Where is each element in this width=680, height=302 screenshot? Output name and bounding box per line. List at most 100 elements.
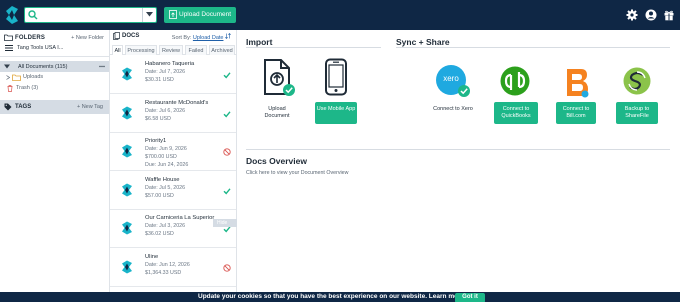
document-name: Waffle House [145, 176, 180, 183]
hide-panel-label: Hide [217, 220, 228, 226]
user-icon[interactable] [645, 9, 657, 21]
connect-to-bill-com-button[interactable]: Connect to Bill.com [556, 102, 596, 124]
folder-open-icon [4, 34, 13, 41]
mobile-phone-icon [325, 58, 347, 96]
search-dropdown-button[interactable] [142, 8, 156, 22]
hide-panel-button[interactable]: Hide [213, 219, 237, 227]
document-row[interactable]: Restaurante McDonald's Date: Jul 6, 2026 $… [110, 95, 236, 133]
organization-selector[interactable]: Tang Tools USA I... [0, 43, 110, 53]
tab-processing[interactable]: Processing [125, 45, 157, 55]
main-panel: Import Sync + Share Upload Document Use … [238, 30, 680, 302]
failed-icon [223, 263, 231, 272]
backup-to-sharefile-button[interactable]: Backup to ShareFile [616, 102, 658, 124]
tab-failed[interactable]: Failed [185, 45, 207, 55]
document-amount: $57.00 USD [145, 192, 174, 199]
tag-icon [4, 103, 12, 111]
document-name: Priority1 [145, 138, 167, 144]
uploads-label: Uploads [23, 74, 44, 80]
divider [246, 47, 381, 48]
sharefile-logo-icon [623, 67, 651, 95]
top-bar: Upload Document [0, 0, 680, 30]
tags-title: TAGS [15, 104, 32, 110]
sort-by-prefix: Sort By: [171, 35, 192, 41]
check-icon [223, 187, 231, 194]
upload-document-tile-label[interactable]: Upload Document [260, 106, 294, 120]
document-thumbnail-icon [122, 144, 132, 158]
document-amount: $36.02 USD [145, 231, 174, 237]
document-name: Restaurante McDonald's [145, 99, 209, 106]
kebab-menu-icon[interactable] [99, 64, 105, 69]
document-date: Date: Jun 12, 2026 [145, 261, 190, 268]
new-tag-button[interactable]: + New Tag [77, 104, 103, 110]
divider [0, 56, 109, 57]
document-amount: $1,364.33 USD [145, 269, 182, 276]
document-date: Date: Jul 6, 2026 [145, 107, 186, 114]
hamburger-icon [5, 45, 13, 51]
folders-title: FOLDERS [15, 35, 46, 41]
import-title: Import [246, 37, 273, 47]
all-documents-label: All Documents (115) [18, 64, 68, 70]
use-mobile-app-button[interactable]: Use Mobile App [315, 102, 357, 124]
document-row[interactable]: Our Carniceria La Superior Date: Jul 3, 2… [110, 210, 236, 248]
document-row[interactable]: Waffle House Date: Jul 5, 2026 $57.00 USD [110, 172, 236, 210]
divider [396, 47, 670, 48]
search-icon [28, 10, 38, 20]
document-thumbnail-icon [122, 260, 132, 273]
document-date: Date: Jul 3, 2026 [145, 223, 186, 229]
document-row[interactable]: Priority1 Date: Jun 9, 2026 $700.00 USD Due… [110, 133, 236, 171]
folder-icon [12, 74, 21, 81]
document-date: Date: Jul 7, 2026 [145, 69, 186, 75]
tab-review[interactable]: Review [159, 45, 183, 55]
tags-header: TAGS + New Tag [0, 100, 109, 114]
folder-all-documents[interactable]: All Documents (115) [0, 61, 109, 72]
tab-all[interactable]: All [112, 45, 123, 55]
caret-down-icon [4, 64, 10, 69]
document-amount: $6.58 USD [145, 115, 171, 122]
trash-icon [7, 85, 13, 92]
caret-down-icon [146, 12, 153, 17]
document-amount: $30.31 USD [145, 77, 174, 83]
sort-icon[interactable] [225, 33, 231, 39]
docs-overview-link[interactable]: Click here to view your Document Overvie… [246, 170, 348, 176]
search-box[interactable] [24, 7, 157, 23]
new-folder-button[interactable]: + New Folder [71, 35, 104, 41]
upload-document-label: Upload Document [179, 11, 232, 18]
cookie-banner-text: Update your cookies so that you have the… [198, 293, 465, 300]
document-thumbnail-icon [122, 106, 132, 119]
cookie-banner: Update your cookies so that you have the… [0, 292, 680, 302]
upload-icon [169, 10, 177, 19]
docs-title: DOCS [122, 33, 140, 39]
failed-icon [223, 148, 231, 156]
document-thumbnail-icon [122, 183, 132, 196]
docs-filter-tabs: All Processing Review Failed Archived [110, 44, 236, 55]
gear-icon[interactable] [626, 9, 638, 21]
document-name: Our Carniceria La Superior [145, 215, 215, 221]
connect-to-quickbooks-button[interactable]: Connect to QuickBooks [494, 102, 538, 124]
document-row[interactable]: Habanero Taqueria Date: Jul 7, 2026 $30.31… [110, 56, 236, 94]
tab-archived[interactable]: Archived [209, 45, 235, 55]
document-amount: $700.00 USD [145, 154, 177, 160]
bill-com-logo-icon [567, 69, 589, 98]
check-icon [223, 72, 231, 79]
document-date: Date: Jun 9, 2026 [145, 146, 187, 152]
chevron-right-icon [6, 75, 10, 80]
upload-document-icon[interactable] [262, 58, 296, 98]
document-row[interactable]: Uline Date: Jun 12, 2026 $1,364.33 USD [110, 249, 236, 287]
document-thumbnail-icon [122, 221, 132, 235]
check-icon [223, 110, 231, 117]
search-input[interactable] [40, 9, 140, 21]
document-name: Habanero Taqueria [145, 61, 195, 67]
connect-to-xero-label[interactable]: Connect to Xero [428, 106, 478, 113]
document-thumbnail-icon [122, 67, 132, 81]
upload-document-button[interactable]: Upload Document [164, 7, 236, 23]
document-name: Uline [145, 253, 159, 260]
document-date: Date: Jul 5, 2026 [145, 184, 186, 191]
sort-by-control[interactable]: Sort By: Upload Date [172, 33, 231, 41]
app-logo-icon[interactable] [4, 5, 20, 25]
gift-icon[interactable] [663, 9, 675, 21]
docs-overview-title: Docs Overview [246, 156, 307, 166]
cookie-accept-button[interactable]: Got it [455, 293, 485, 302]
document-due-date: Due: Jun 24, 2026 [145, 162, 189, 168]
sync-share-title: Sync + Share [396, 37, 450, 47]
sort-by-value[interactable]: Upload Date [193, 35, 224, 41]
